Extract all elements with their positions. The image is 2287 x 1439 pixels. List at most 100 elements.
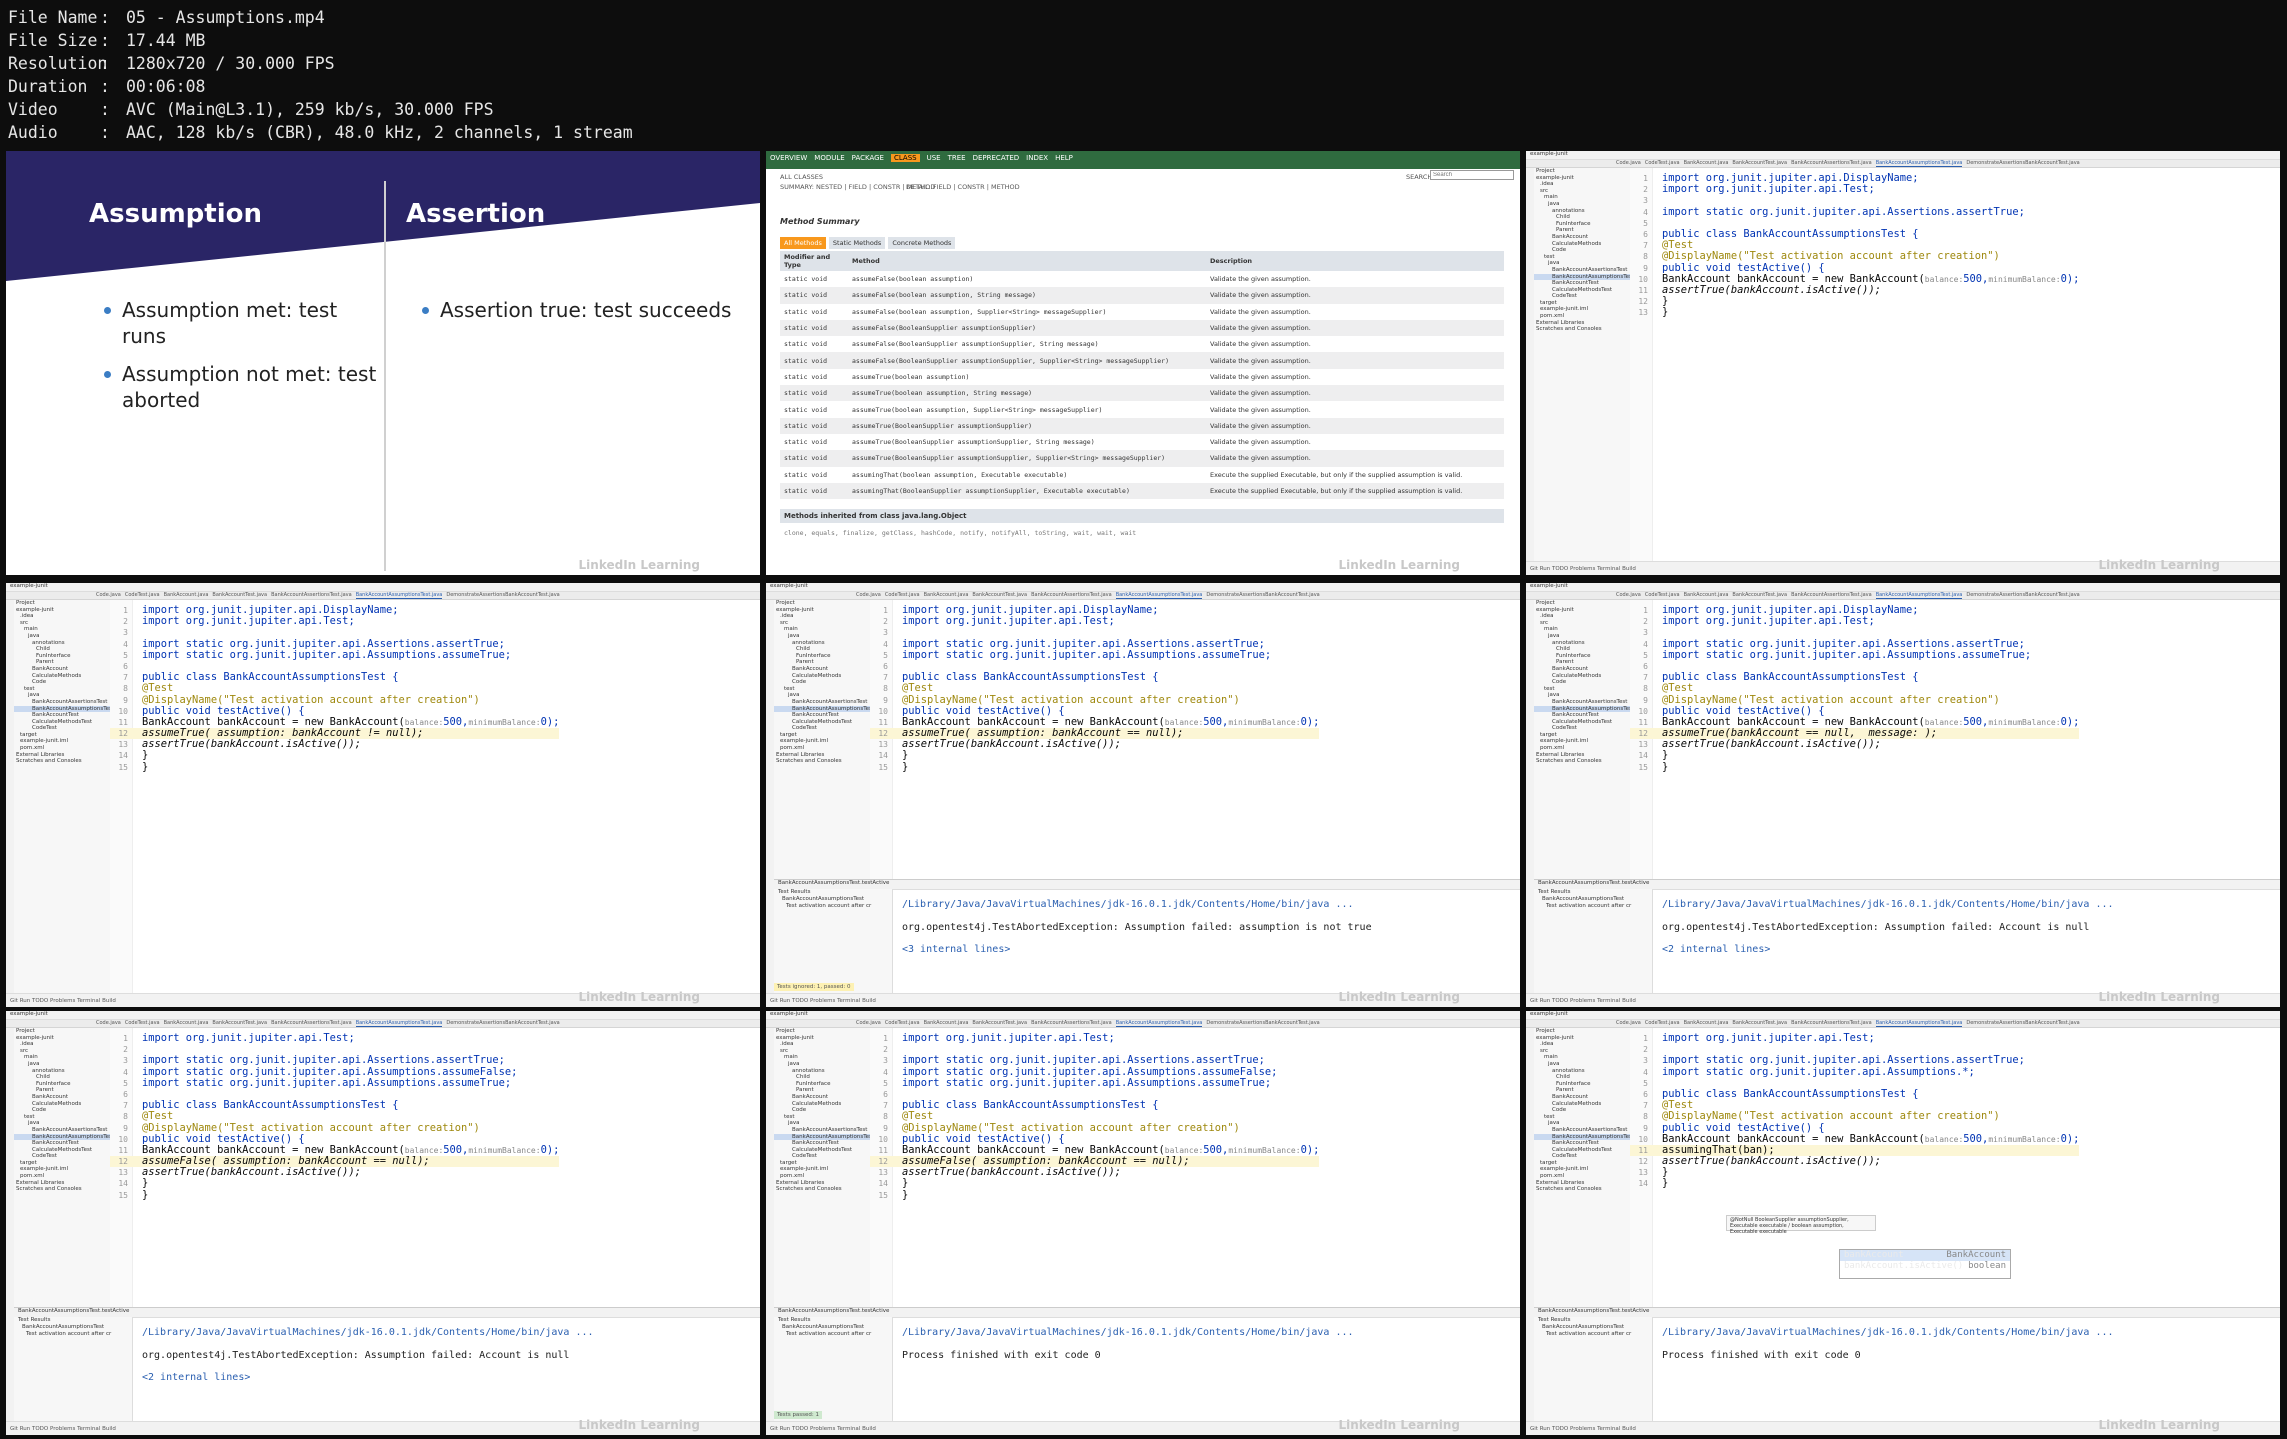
project-tree-item[interactable]: Child <box>14 1074 110 1081</box>
project-tree-item[interactable]: java <box>774 633 870 640</box>
test-tree-item[interactable]: Test Results <box>774 1317 892 1324</box>
project-tree-item[interactable]: main <box>1534 1054 1630 1061</box>
tab-static-methods[interactable]: Static Methods <box>828 237 886 249</box>
method-link[interactable]: assumeTrue <box>852 454 891 462</box>
editor-tab[interactable]: CodeTest.java <box>1645 592 1680 599</box>
editor-tab[interactable]: BankAccountAssertionsTest.java <box>1791 1020 1872 1027</box>
project-tree-item[interactable]: BankAccount <box>14 666 110 673</box>
nav-package[interactable]: PACKAGE <box>852 154 884 162</box>
editor-tab[interactable]: BankAccount.java <box>1684 592 1729 599</box>
method-link[interactable]: assumeFalse <box>852 291 895 299</box>
test-tree-item[interactable]: Test activation account after cr <box>1534 1331 1652 1338</box>
project-tree-item[interactable]: java <box>1534 260 1630 267</box>
test-tree-item[interactable]: Test activation account after cr <box>774 903 892 910</box>
editor-tab[interactable]: Code.java <box>1616 592 1641 599</box>
project-tree-item[interactable]: .idea <box>1534 1041 1630 1048</box>
project-tree-item[interactable]: CodeTest <box>14 725 110 732</box>
project-tree-item[interactable]: Code <box>14 1107 110 1114</box>
project-tree-item[interactable]: Scratches and Consoles <box>774 758 870 765</box>
project-tree-item[interactable]: test <box>1534 1114 1630 1121</box>
method-link[interactable]: assumeTrue <box>852 373 891 381</box>
project-tree-item[interactable]: Project <box>1534 600 1630 607</box>
project-tree-item[interactable]: Scratches and Consoles <box>1534 1186 1630 1193</box>
test-tree-item[interactable]: Test activation account after cr <box>14 1331 132 1338</box>
project-tree-item[interactable]: Scratches and Consoles <box>14 758 110 765</box>
project-tree-item[interactable]: example-junit <box>14 607 110 614</box>
project-tree-item[interactable]: BankAccountTest <box>1534 1140 1630 1147</box>
project-tree-item[interactable]: java <box>14 692 110 699</box>
editor-tab[interactable]: BankAccount.java <box>924 1020 969 1027</box>
project-tree-item[interactable]: main <box>1534 626 1630 633</box>
project-tree-item[interactable]: Parent <box>14 1087 110 1094</box>
project-tree-item[interactable]: Project <box>14 600 110 607</box>
editor-tab[interactable]: BankAccountTest.java <box>972 1020 1027 1027</box>
editor-tab[interactable]: BankAccount.java <box>164 1020 209 1027</box>
editor-tab[interactable]: BankAccountAssertionsTest.java <box>1791 592 1872 599</box>
editor-tab[interactable]: BankAccountTest.java <box>212 1020 267 1027</box>
project-tree-item[interactable]: CalculateMethods <box>14 1101 110 1108</box>
project-tree-item[interactable]: annotations <box>14 640 110 647</box>
project-tree-item[interactable]: External Libraries <box>14 752 110 759</box>
test-tree-item[interactable]: BankAccountAssumptionsTest <box>774 1324 892 1331</box>
project-tree-item[interactable]: Project <box>14 1028 110 1035</box>
project-tree-item[interactable]: Code <box>1534 679 1630 686</box>
project-tree-item[interactable]: Child <box>774 1074 870 1081</box>
method-link[interactable]: assumeTrue <box>852 422 891 430</box>
nav-overview[interactable]: OVERVIEW <box>770 154 807 162</box>
editor-tab[interactable]: BankAccountTest.java <box>972 592 1027 599</box>
test-tree-item[interactable]: Test activation account after cr <box>774 1331 892 1338</box>
project-tree-item[interactable]: Code <box>14 679 110 686</box>
project-tree-item[interactable]: src <box>1534 1048 1630 1055</box>
project-tree-item[interactable]: pom.xml <box>774 1173 870 1180</box>
project-tree-item[interactable]: FunInterface <box>1534 653 1630 660</box>
method-link[interactable]: assumeTrue <box>852 406 891 414</box>
project-tree-item[interactable]: example-junit.iml <box>14 738 110 745</box>
project-tree-item[interactable]: BankAccountAssumptionsTest <box>14 705 110 713</box>
project-tree-item[interactable]: main <box>1534 194 1630 201</box>
project-tree-item[interactable]: java <box>1534 692 1630 699</box>
console-internal-lines[interactable]: <2 internal lines> <box>142 1367 594 1390</box>
project-tree-item[interactable]: CodeTest <box>774 1153 870 1160</box>
project-tree-item[interactable]: External Libraries <box>1534 320 1630 327</box>
console-internal-lines[interactable]: <3 internal lines> <box>902 939 1372 962</box>
project-tree-item[interactable]: java <box>14 1120 110 1127</box>
project-tree-item[interactable]: test <box>14 1114 110 1121</box>
project-tree-item[interactable]: External Libraries <box>1534 1180 1630 1187</box>
method-link[interactable]: assumeFalse <box>852 308 895 316</box>
project-tree-item[interactable]: BankAccountAssertionsTest <box>14 1127 110 1134</box>
project-tree-item[interactable]: java <box>774 1061 870 1068</box>
test-tree-item[interactable]: Test Results <box>14 1317 132 1324</box>
project-tree-item[interactable]: CodeTest <box>1534 1153 1630 1160</box>
method-link[interactable]: assumeTrue <box>852 389 891 397</box>
all-classes-link[interactable]: ALL CLASSES <box>780 173 823 181</box>
project-tree-item[interactable]: .idea <box>14 1041 110 1048</box>
project-tree-item[interactable]: pom.xml <box>1534 313 1630 320</box>
project-tree-item[interactable]: Child <box>14 646 110 653</box>
project-tree-item[interactable]: CodeTest <box>14 1153 110 1160</box>
project-tree-item[interactable]: CalculateMethods <box>1534 241 1630 248</box>
editor-tab[interactable]: Code.java <box>1616 160 1641 167</box>
editor-tab[interactable]: BankAccountAssertionsTest.java <box>271 592 352 599</box>
project-tree-item[interactable]: CalculateMethodsTest <box>14 719 110 726</box>
project-tree-item[interactable]: Parent <box>14 659 110 666</box>
project-tree-item[interactable]: Parent <box>774 1087 870 1094</box>
project-tree-item[interactable]: target <box>1534 300 1630 307</box>
project-tree-item[interactable]: test <box>1534 686 1630 693</box>
editor-tab[interactable]: DemonstrateAssertionsBankAccountTest.jav… <box>446 1020 559 1027</box>
project-tree-item[interactable]: .idea <box>14 613 110 620</box>
editor-tab[interactable]: CodeTest.java <box>885 1020 920 1027</box>
project-tree-item[interactable]: target <box>774 732 870 739</box>
project-tree-item[interactable]: CodeTest <box>774 725 870 732</box>
nav-class[interactable]: CLASS <box>890 154 920 162</box>
project-tree-item[interactable]: BankAccountAssumptionsTest <box>14 1133 110 1141</box>
project-tree-item[interactable]: example-junit.iml <box>1534 306 1630 313</box>
nav-deprecated[interactable]: DEPRECATED <box>973 154 1020 162</box>
project-tree-item[interactable]: main <box>14 626 110 633</box>
editor-tab[interactable]: BankAccountAssumptionsTest.java <box>1115 1020 1203 1027</box>
editor-tab[interactable]: BankAccountTest.java <box>1732 1020 1787 1027</box>
project-tree-item[interactable]: BankAccount <box>14 1094 110 1101</box>
project-tree-item[interactable]: CalculateMethodsTest <box>1534 1147 1630 1154</box>
method-link[interactable]: assumeFalse <box>852 275 895 283</box>
test-tree-item[interactable]: BankAccountAssumptionsTest <box>774 896 892 903</box>
project-tree-item[interactable]: java <box>774 1120 870 1127</box>
